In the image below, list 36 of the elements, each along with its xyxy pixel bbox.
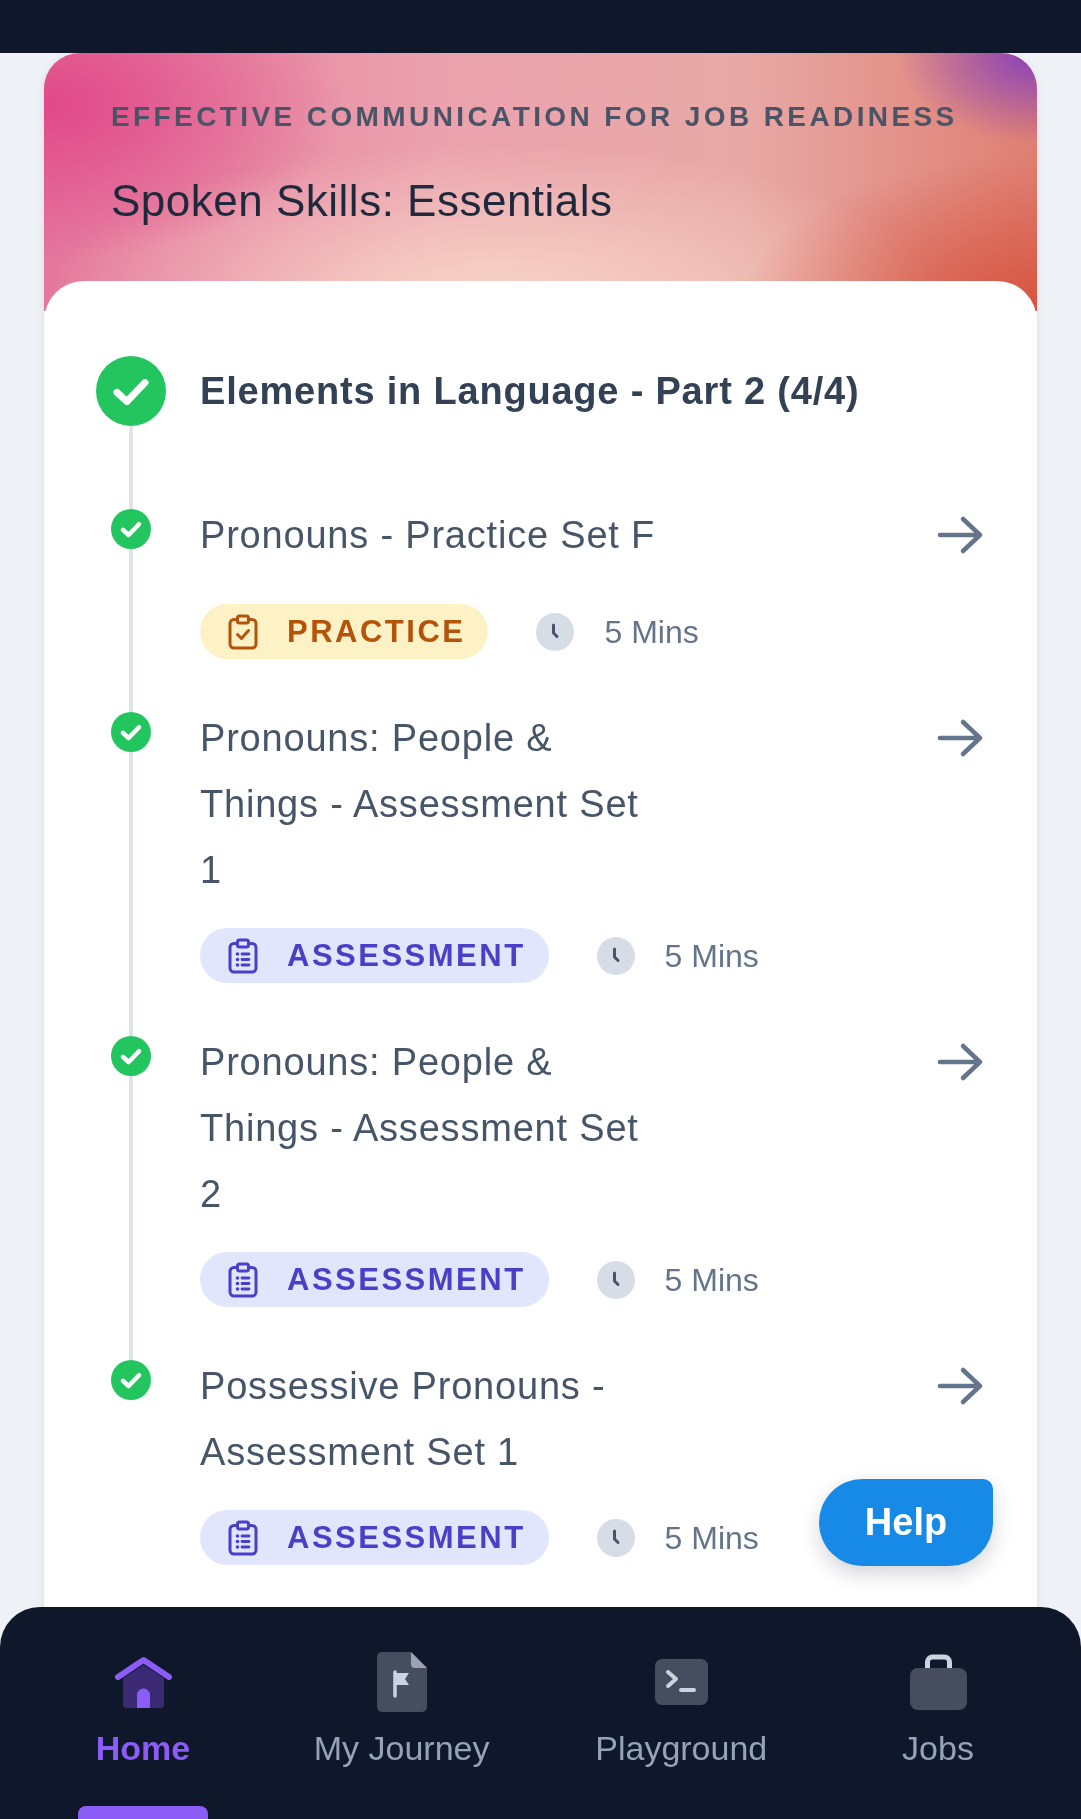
lesson-duration: 5 Mins bbox=[604, 612, 699, 652]
course-title: Spoken Skills: Essentials bbox=[111, 175, 613, 227]
arrow-right-icon[interactable] bbox=[937, 1366, 984, 1406]
lesson-title[interactable]: Possessive Pronouns - Assessment Set 1 bbox=[200, 1353, 665, 1485]
lesson-title[interactable]: Pronouns: People & Things - Assessment Set 1 bbox=[200, 705, 665, 903]
lesson-duration: 5 Mins bbox=[664, 936, 759, 976]
arrow-right-icon[interactable] bbox=[937, 1042, 984, 1082]
clock-icon bbox=[536, 612, 575, 651]
lesson-type-label: ASSESSMENT bbox=[287, 1519, 526, 1556]
course-category: EFFECTIVE COMMUNICATION FOR JOB READINESS bbox=[111, 100, 958, 134]
lesson-type-label: ASSESSMENT bbox=[287, 937, 526, 974]
nav-tab[interactable]: Playground bbox=[595, 1652, 768, 1819]
flag-document-icon bbox=[376, 1652, 427, 1712]
nav-tab[interactable]: Jobs bbox=[873, 1652, 1003, 1819]
clock-icon bbox=[596, 1260, 635, 1299]
lesson-type-label: PRACTICE bbox=[287, 613, 466, 650]
nav-tab[interactable]: My Journey bbox=[313, 1652, 490, 1819]
lesson-duration: 5 Mins bbox=[664, 1518, 759, 1558]
clipboard-list-icon bbox=[228, 1519, 258, 1556]
lesson-title[interactable]: Pronouns - Practice Set F bbox=[200, 502, 665, 568]
nav-tab[interactable]: Home bbox=[78, 1652, 208, 1819]
help-button[interactable]: Help bbox=[819, 1479, 993, 1566]
lesson-type-label: ASSESSMENT bbox=[287, 1261, 526, 1298]
arrow-right-icon[interactable] bbox=[937, 515, 984, 555]
clipboard-list-icon bbox=[228, 1261, 258, 1298]
home-icon bbox=[112, 1654, 174, 1710]
clipboard-check-icon bbox=[228, 613, 258, 650]
arrow-right-icon[interactable] bbox=[937, 718, 984, 758]
briefcase-icon bbox=[909, 1654, 967, 1710]
lesson-duration: 5 Mins bbox=[664, 1260, 759, 1300]
clipboard-list-icon bbox=[228, 937, 258, 974]
module-title: Elements in Language - Part 2 (4/4) bbox=[200, 369, 860, 414]
clock-icon bbox=[596, 1518, 635, 1557]
clock-icon bbox=[596, 936, 635, 975]
terminal-icon bbox=[654, 1659, 708, 1705]
lesson-title[interactable]: Pronouns: People & Things - Assessment Set 2 bbox=[200, 1029, 665, 1227]
